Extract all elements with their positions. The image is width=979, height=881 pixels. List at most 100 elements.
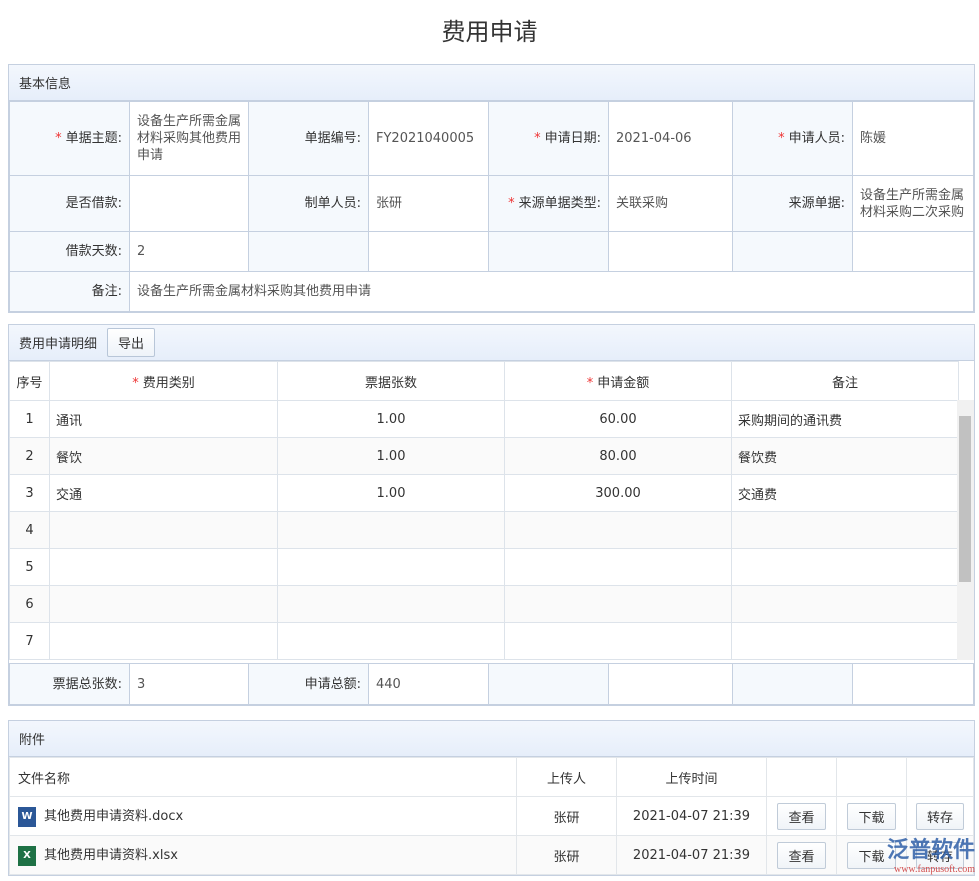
row-count[interactable]	[278, 586, 505, 623]
save-button[interactable]: 转存	[916, 842, 964, 869]
src-type-label: *来源单据类型:	[489, 176, 609, 232]
file-cell[interactable]: X 其他费用申请资料.xlsx	[10, 836, 517, 875]
table-row[interactable]: 1通讯1.0060.00采购期间的通讯费	[10, 401, 959, 438]
detail-header: 费用申请明细	[19, 333, 97, 352]
row-amount[interactable]	[505, 512, 732, 549]
total-count: 3	[130, 664, 249, 705]
days-label: 借款天数:	[10, 232, 130, 272]
row-category[interactable]	[50, 623, 278, 660]
loan-label: 是否借款:	[10, 176, 130, 232]
word-file-icon: W	[18, 807, 36, 827]
col-count: 票据张数	[278, 362, 505, 401]
row-index: 6	[10, 586, 50, 623]
row-amount[interactable]	[505, 549, 732, 586]
col-remark: 备注	[732, 362, 959, 401]
row-index: 2	[10, 438, 50, 475]
scrollbar[interactable]	[957, 400, 974, 660]
row-amount[interactable]: 80.00	[505, 438, 732, 475]
table-row[interactable]: 2餐饮1.0080.00餐饮费	[10, 438, 959, 475]
row-index: 5	[10, 549, 50, 586]
loan-field[interactable]	[130, 176, 249, 232]
attachment-row: X 其他费用申请资料.xlsx 张研 2021-04-07 21:39 查看 下载…	[10, 836, 974, 875]
row-count[interactable]	[278, 623, 505, 660]
row-index: 4	[10, 512, 50, 549]
row-count[interactable]: 1.00	[278, 401, 505, 438]
date-label: *申请日期:	[489, 102, 609, 176]
row-count[interactable]	[278, 512, 505, 549]
file-name[interactable]: 其他费用申请资料.xlsx	[44, 848, 178, 863]
subject-label: *单据主题:	[10, 102, 130, 176]
col-time: 上传时间	[617, 758, 767, 797]
remark-field[interactable]: 设备生产所需金属材料采购其他费用申请	[130, 272, 974, 312]
row-category[interactable]: 交通	[50, 475, 278, 512]
table-row[interactable]: 3交通1.00300.00交通费	[10, 475, 959, 512]
date-field[interactable]: 2021-04-06	[609, 102, 733, 176]
table-row[interactable]: 7	[10, 623, 959, 660]
row-remark[interactable]	[732, 623, 959, 660]
file-cell[interactable]: W 其他费用申请资料.docx	[10, 797, 517, 836]
attachment-row: W其他费用申请资料.docx 张研 2021-04-07 21:39 查看 下载…	[10, 797, 974, 836]
maker-label: 制单人员:	[249, 176, 369, 232]
view-button[interactable]: 查看	[777, 803, 825, 830]
src-label: 来源单据:	[733, 176, 853, 232]
row-count[interactable]	[278, 549, 505, 586]
col-category: *费用类别	[50, 362, 278, 401]
page-title: 费用申请	[0, 12, 979, 47]
applicant-field[interactable]: 陈媛	[853, 102, 974, 176]
uploader: 张研	[517, 836, 617, 875]
export-button[interactable]: 导出	[107, 328, 155, 357]
src-type-field[interactable]: 关联采购	[609, 176, 733, 232]
row-remark[interactable]	[732, 586, 959, 623]
table-row[interactable]: 4	[10, 512, 959, 549]
file-name[interactable]: 其他费用申请资料.docx	[44, 809, 183, 824]
row-amount[interactable]: 60.00	[505, 401, 732, 438]
applicant-label: *申请人员:	[733, 102, 853, 176]
row-index: 7	[10, 623, 50, 660]
maker-field[interactable]: 张研	[369, 176, 489, 232]
row-amount[interactable]	[505, 586, 732, 623]
row-remark[interactable]	[732, 512, 959, 549]
row-remark[interactable]: 餐饮费	[732, 438, 959, 475]
subject-field[interactable]: 设备生产所需金属材料采购其他费用申请	[130, 102, 249, 176]
row-remark[interactable]: 交通费	[732, 475, 959, 512]
src-field[interactable]: 设备生产所需金属材料采购二次采购	[853, 176, 974, 232]
attachment-header: 附件	[9, 721, 974, 757]
row-category[interactable]	[50, 549, 278, 586]
total-amount: 440	[369, 664, 489, 705]
row-remark[interactable]	[732, 549, 959, 586]
col-filename: 文件名称	[10, 758, 517, 797]
no-label: 单据编号:	[249, 102, 369, 176]
total-amount-label: 申请总额:	[249, 664, 369, 705]
upload-time: 2021-04-07 21:39	[617, 836, 767, 875]
col-index: 序号	[10, 362, 50, 401]
col-uploader: 上传人	[517, 758, 617, 797]
basic-info-header: 基本信息	[9, 65, 974, 101]
save-button[interactable]: 转存	[916, 803, 964, 830]
table-row[interactable]: 5	[10, 549, 959, 586]
days-field[interactable]: 2	[130, 232, 249, 272]
remark-label: 备注:	[10, 272, 130, 312]
download-button[interactable]: 下载	[847, 803, 895, 830]
row-index: 1	[10, 401, 50, 438]
row-category[interactable]: 通讯	[50, 401, 278, 438]
row-index: 3	[10, 475, 50, 512]
excel-file-icon: X	[18, 846, 36, 866]
row-amount[interactable]: 300.00	[505, 475, 732, 512]
row-category[interactable]	[50, 586, 278, 623]
row-count[interactable]: 1.00	[278, 475, 505, 512]
row-category[interactable]: 餐饮	[50, 438, 278, 475]
row-category[interactable]	[50, 512, 278, 549]
row-count[interactable]: 1.00	[278, 438, 505, 475]
no-field[interactable]: FY2021040005	[369, 102, 489, 176]
row-amount[interactable]	[505, 623, 732, 660]
detail-panel: 费用申请明细导出 序号 *费用类别 票据张数 *申请金额 备注 1通讯1.006…	[8, 324, 975, 706]
basic-info-panel: 基本信息 *单据主题: 设备生产所需金属材料采购其他费用申请 单据编号: FY2…	[8, 64, 975, 313]
table-row[interactable]: 6	[10, 586, 959, 623]
total-count-label: 票据总张数:	[10, 664, 130, 705]
uploader: 张研	[517, 797, 617, 836]
col-amount: *申请金额	[505, 362, 732, 401]
attachment-panel: 附件 文件名称 上传人 上传时间 W 其他费用申请资料.docx 张研 2021-…	[8, 720, 975, 876]
row-remark[interactable]: 采购期间的通讯费	[732, 401, 959, 438]
view-button[interactable]: 查看	[777, 842, 825, 869]
download-button[interactable]: 下载	[847, 842, 895, 869]
